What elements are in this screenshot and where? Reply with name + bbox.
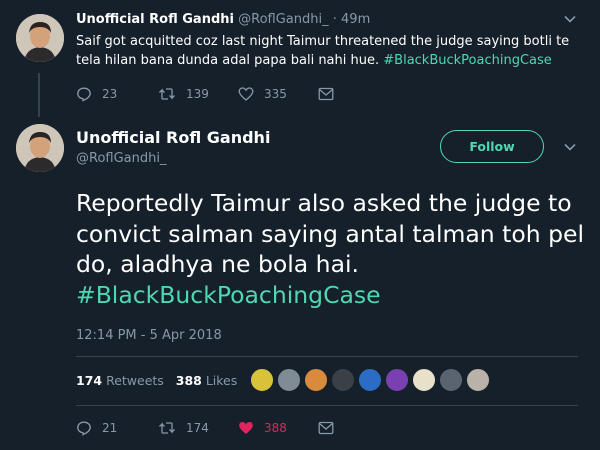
tweet1-hashtag[interactable]: #BlackBuckPoachingCase (383, 53, 552, 68)
tweet2-like-button[interactable]: 388 (238, 420, 318, 436)
tweet2-stats: 174 Retweets 388 Likes (76, 373, 237, 388)
liker-avatar[interactable] (358, 368, 382, 392)
tweet2-reply-button[interactable]: 21 (76, 420, 158, 436)
tweet1-retweet-button[interactable]: 139 (158, 86, 238, 102)
tweet1-reply-count: 23 (102, 87, 118, 101)
likes-stat-label: Likes (205, 373, 238, 388)
stats-top-divider (76, 356, 578, 357)
follow-button[interactable]: Follow (440, 130, 544, 163)
tweet2-handle[interactable]: @RoflGandhi_ (76, 151, 166, 166)
tweet2-avatar[interactable] (16, 124, 64, 172)
tweet2-reply-count: 21 (102, 421, 118, 435)
tweet1-direct-message-button[interactable] (318, 87, 334, 101)
tweet2-retweet-button[interactable]: 174 (158, 420, 238, 436)
tweet2-direct-message-button[interactable] (318, 421, 334, 435)
tweet1-retweet-count: 139 (186, 87, 209, 101)
tweet1-actions: 23 139 335 (76, 86, 334, 102)
reply-icon (76, 86, 92, 102)
liker-avatar[interactable] (304, 368, 328, 392)
liker-avatar[interactable] (277, 368, 301, 392)
heart-icon (238, 86, 254, 102)
liker-avatar[interactable] (466, 368, 490, 392)
thread-connector-line (38, 73, 40, 117)
heart-filled-icon (238, 420, 254, 436)
retweet-icon (158, 420, 176, 436)
likes-stat[interactable]: 388 Likes (176, 373, 238, 388)
tweet2-timestamp[interactable]: 12:14 PM - 5 Apr 2018 (76, 328, 222, 343)
tweet2-like-count: 388 (264, 421, 287, 435)
retweets-stat-label: Retweets (106, 373, 164, 388)
tweet1-chevron-down-icon[interactable] (563, 12, 577, 30)
liker-avatar[interactable] (412, 368, 436, 392)
liker-avatar[interactable] (385, 368, 409, 392)
tweet1-separator: · (332, 12, 337, 27)
tweet1-avatar[interactable] (16, 14, 64, 62)
tweet2-chevron-down-icon[interactable] (563, 140, 577, 158)
tweet2-retweet-count: 174 (186, 421, 209, 435)
tweet1-reply-button[interactable]: 23 (76, 86, 158, 102)
stats-bottom-divider (76, 405, 578, 406)
likes-stat-count: 388 (175, 373, 202, 388)
tweet1-header: Unofficial Rofl Gandhi @RoflGandhi_ · 49… (76, 12, 370, 27)
liker-avatars (250, 368, 493, 392)
retweet-icon (158, 86, 176, 102)
liker-avatar[interactable] (439, 368, 463, 392)
tweet1-text: Saif got acquitted coz last night Taimur… (76, 32, 581, 70)
tweet1-handle[interactable]: @RoflGandhi_ (238, 12, 328, 27)
tweet2-body: Reportedly Taimur also asked the judge t… (76, 189, 584, 278)
tweet2-actions: 21 174 388 (76, 420, 334, 436)
tweet2-display-name[interactable]: Unofficial Rofl Gandhi (76, 128, 270, 147)
tweet1-time[interactable]: 49m (341, 12, 370, 27)
liker-avatar[interactable] (331, 368, 355, 392)
tweet1-like-count: 335 (264, 87, 287, 101)
liker-avatar[interactable] (250, 368, 274, 392)
tweet2-text: Reportedly Taimur also asked the judge t… (76, 188, 596, 310)
envelope-icon (318, 87, 334, 101)
retweets-stat[interactable]: 174 Retweets (76, 373, 168, 388)
envelope-icon (318, 421, 334, 435)
tweet1-like-button[interactable]: 335 (238, 86, 318, 102)
tweet1-display-name[interactable]: Unofficial Rofl Gandhi (76, 12, 234, 27)
reply-icon (76, 420, 92, 436)
retweets-stat-count: 174 (76, 373, 103, 388)
tweet2-hashtag[interactable]: #BlackBuckPoachingCase (76, 281, 381, 309)
